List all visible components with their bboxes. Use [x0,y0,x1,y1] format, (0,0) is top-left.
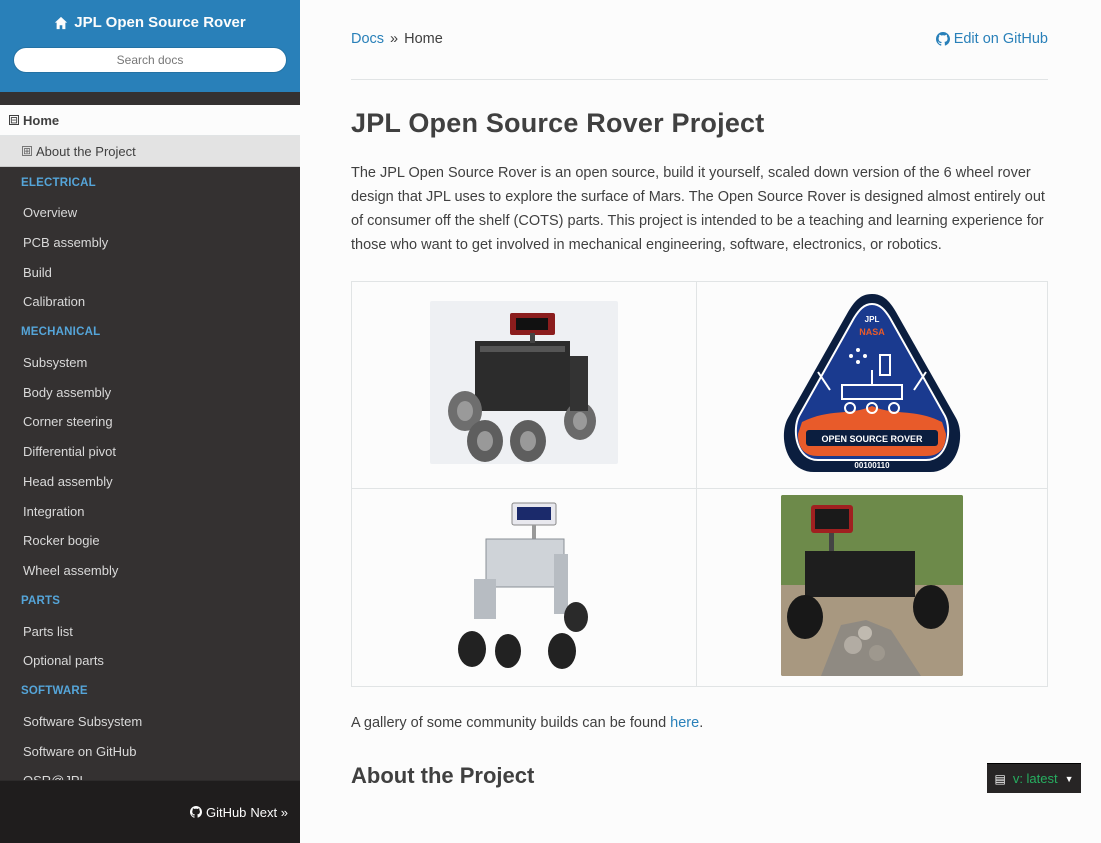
sidebar-header: JPL Open Source Rover [0,0,300,92]
sidebar-footer: GitHub Next » [0,780,300,843]
logo-band-text: OPEN SOURCE ROVER [821,434,923,444]
sidebar-item-label: Home [23,112,60,128]
version-label: v: latest [1012,771,1058,786]
rover-cad-image [430,301,618,464]
section-caption: PARTS [21,594,61,607]
expand-icon[interactable]: ⊞ [22,146,32,156]
collapse-icon[interactable]: ⊟ [9,115,19,125]
sidebar-item-integration[interactable]: Integration [0,496,300,526]
community-build-photo [781,494,963,676]
rover-render-image [454,499,594,671]
sidebar-item-software-subsystem[interactable]: Software Subsystem [0,707,300,737]
sidebar-item-about[interactable]: ⊞ About the Project [0,136,300,167]
search-input[interactable] [13,46,287,73]
section-software: SOFTWARE Software Subsystem Software on … [0,676,300,796]
sidebar-item-calibration[interactable]: Calibration [0,287,300,317]
intro-paragraph: The JPL Open Source Rover is an open sou… [351,165,1045,253]
gallery-text: A gallery of some community builds can b… [351,715,671,731]
sidebar-item-overview[interactable]: Overview [0,198,300,228]
main-content: Docs » Home Edit on GitHub JPL Open Sour… [351,0,1048,789]
sidebar-item-label: About the Project [36,143,136,159]
next-link[interactable]: Next » [250,805,288,820]
gallery-here-link[interactable]: here [670,715,699,731]
gallery-cell: OPEN SOURCE ROVER JPL NASA 00100110 [696,281,1048,489]
caret-down-icon: ▼ [1064,773,1074,784]
sidebar-item-parts-list[interactable]: Parts list [0,616,300,646]
sidebar-item-software-on-github[interactable]: Software on GitHub [0,736,300,766]
github-icon [935,31,950,46]
sidebar-item-home[interactable]: ⊟ Home [0,105,300,136]
section-caption: MECHANICAL [21,326,101,339]
gallery-cell [696,488,1048,687]
gallery-cell [351,281,697,489]
sidebar-item-pcb-assembly[interactable]: PCB assembly [0,228,300,258]
project-title: JPL Open Source Rover [74,14,246,31]
section-mechanical: MECHANICAL Subsystem Body assembly Corne… [0,317,300,586]
breadcrumb-docs-link[interactable]: Docs [351,31,384,47]
sidebar-item-wheel-assembly[interactable]: Wheel assembly [0,556,300,586]
logo-top-text: JPL [865,315,880,324]
edit-label: Edit on GitHub [953,30,1048,47]
sidebar-item-corner-steering[interactable]: Corner steering [0,407,300,437]
sidebar: JPL Open Source Rover ⊟ Home ⊞ About the… [0,0,300,843]
section-parts: PARTS Parts list Optional parts [0,585,300,675]
section-caption: ELECTRICAL [21,176,96,189]
breadcrumb-separator: » [390,30,399,47]
sidebar-item-rocker-bogie[interactable]: Rocker bogie [0,526,300,556]
section-caption: SOFTWARE [21,685,88,698]
github-icon [189,806,202,818]
section-heading-about: About the Project [351,763,535,788]
breadcrumb-current: Home [404,30,443,47]
home-icon [55,16,68,29]
logo-middle-text: NASA [859,327,885,337]
sidebar-item-body-assembly[interactable]: Body assembly [0,377,300,407]
sidebar-item-differential-pivot[interactable]: Differential pivot [0,437,300,467]
section-electrical: ELECTRICAL Overview PCB assembly Build C… [0,167,300,317]
github-link[interactable]: GitHub [206,805,246,820]
sidebar-item-subsystem[interactable]: Subsystem [0,348,300,378]
gallery-text-end: . [699,715,704,731]
gallery-paragraph: A gallery of some community builds can b… [351,715,1048,731]
breadcrumb: Docs » Home Edit on GitHub [351,0,1048,80]
sidebar-item-build[interactable]: Build [0,257,300,287]
osr-logo-image: OPEN SOURCE ROVER JPL NASA 00100110 [783,293,961,472]
sidebar-item-optional-parts[interactable]: Optional parts [0,646,300,676]
version-switcher[interactable]: ▤ v: latest ▼ [987,763,1081,793]
book-icon: ▤ [994,771,1006,786]
page-title: JPL Open Source Rover Project [351,108,765,138]
logo-code-text: 00100110 [854,461,890,470]
gallery-cell [351,488,697,687]
sidebar-item-head-assembly[interactable]: Head assembly [0,467,300,497]
image-gallery-table: OPEN SOURCE ROVER JPL NASA 00100110 [351,281,1048,687]
edit-on-github-link[interactable]: Edit on GitHub [935,30,1048,47]
project-home-link[interactable]: JPL Open Source Rover [54,14,246,31]
